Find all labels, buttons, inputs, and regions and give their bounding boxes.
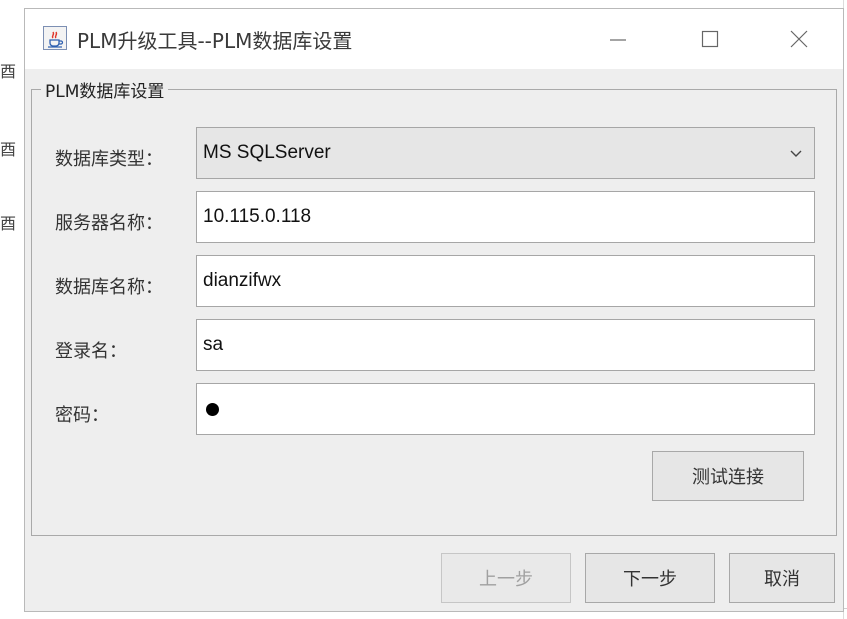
title-bar[interactable]: PLM升级工具--PLM数据库设置 bbox=[25, 9, 843, 69]
password-mask-dot bbox=[206, 402, 219, 416]
password-label: 密码： bbox=[55, 405, 109, 426]
password-input[interactable] bbox=[196, 383, 815, 435]
background-char: 酉 bbox=[0, 214, 17, 233]
db-type-value: MS SQLServer bbox=[203, 142, 331, 163]
login-input[interactable]: sa bbox=[196, 319, 815, 371]
db-type-label: 数据库类型： bbox=[55, 149, 163, 170]
minimize-button[interactable] bbox=[595, 19, 641, 59]
server-name-input[interactable]: 10.115.0.118 bbox=[196, 191, 815, 243]
server-name-label: 服务器名称： bbox=[55, 213, 163, 234]
db-name-value: dianzifwx bbox=[203, 270, 282, 291]
window-title: PLM升级工具--PLM数据库设置 bbox=[77, 29, 353, 53]
previous-button[interactable]: 上一步 bbox=[441, 553, 571, 603]
db-type-select[interactable]: MS SQLServer bbox=[196, 127, 815, 179]
maximize-icon bbox=[701, 30, 719, 48]
background-window-strip: 酉 酉 酉 bbox=[0, 0, 24, 619]
java-cup-icon bbox=[43, 26, 67, 50]
close-icon bbox=[790, 30, 808, 48]
cancel-button[interactable]: 取消 bbox=[729, 553, 835, 603]
minimize-icon bbox=[610, 39, 626, 41]
dialog-window: PLM升级工具--PLM数据库设置 PLM数据库设置 数据库类型： MS SQL… bbox=[24, 8, 844, 612]
maximize-button[interactable] bbox=[687, 19, 733, 59]
login-value: sa bbox=[203, 334, 224, 355]
dialog-content: PLM数据库设置 数据库类型： MS SQLServer 服务器名称： 10.1… bbox=[25, 69, 843, 611]
test-connection-button[interactable]: 测试连接 bbox=[652, 451, 804, 501]
background-char: 酉 bbox=[0, 140, 17, 159]
group-title: PLM数据库设置 bbox=[41, 77, 169, 102]
login-label: 登录名： bbox=[55, 341, 127, 362]
close-button[interactable] bbox=[776, 19, 822, 59]
server-name-value: 10.115.0.118 bbox=[203, 206, 312, 227]
background-char: 酉 bbox=[0, 62, 17, 81]
next-button[interactable]: 下一步 bbox=[585, 553, 715, 603]
db-name-label: 数据库名称： bbox=[55, 277, 163, 298]
chevron-down-icon bbox=[788, 145, 804, 161]
db-name-input[interactable]: dianzifwx bbox=[196, 255, 815, 307]
